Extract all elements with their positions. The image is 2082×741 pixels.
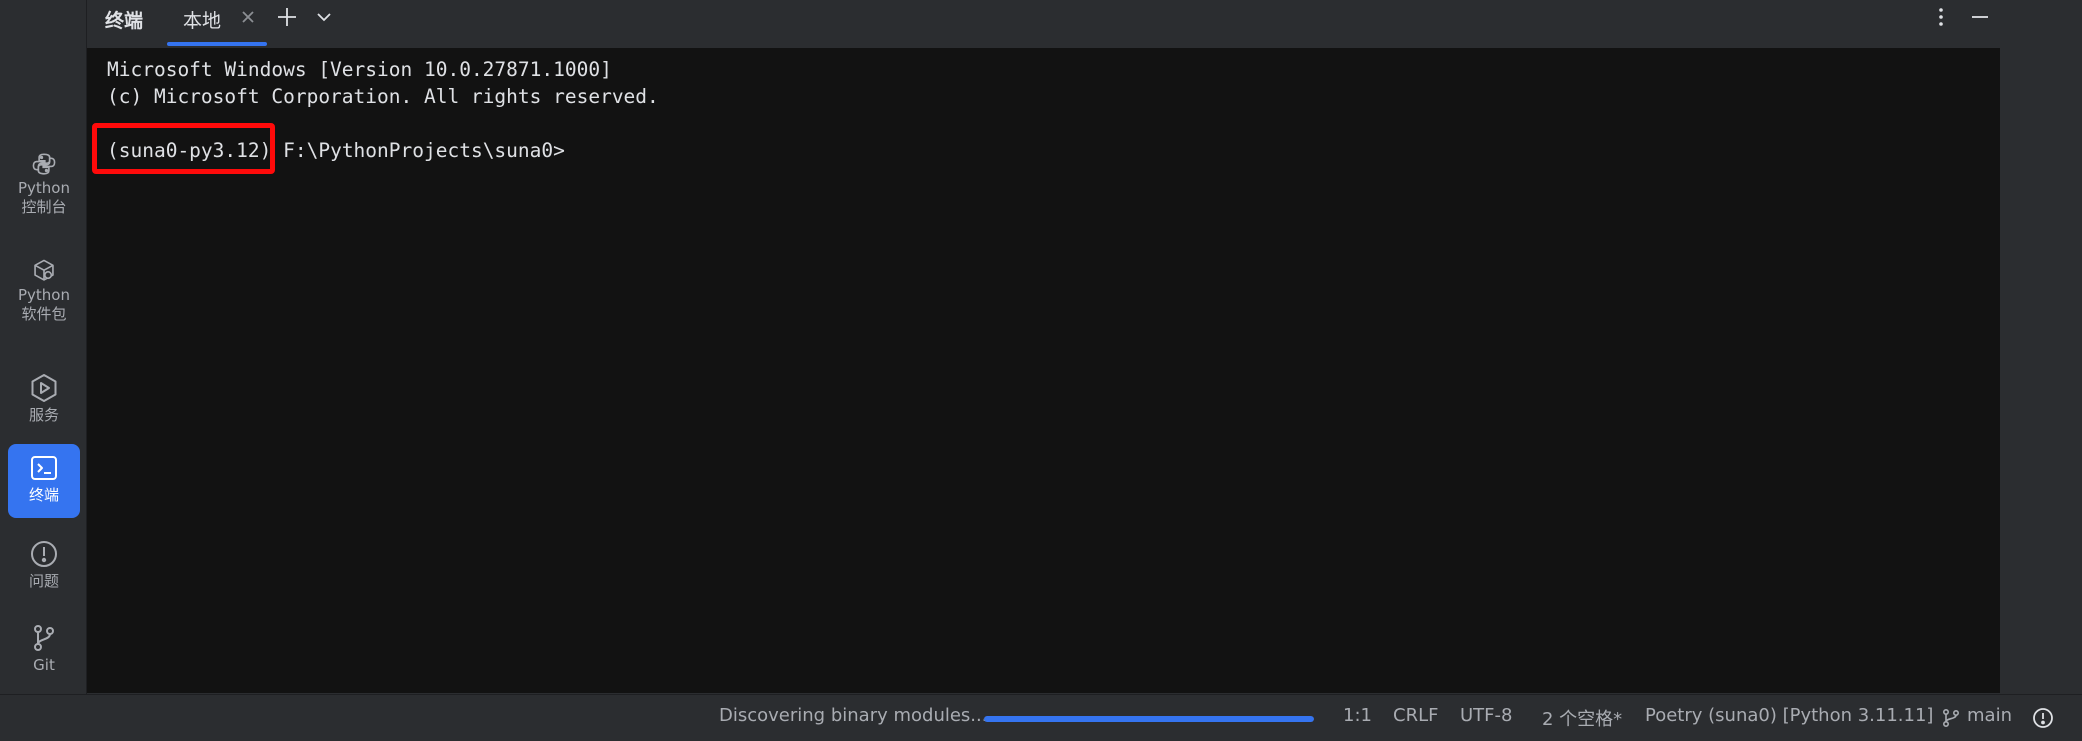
python-icon	[32, 153, 56, 175]
task-progress-fill	[984, 716, 1314, 722]
plus-icon[interactable]	[274, 4, 300, 30]
sidebar-item-python-packages[interactable]: Python 软件包	[8, 250, 80, 324]
python-interpreter[interactable]: Poetry (suna0) [Python 3.11.11]	[1645, 705, 1933, 726]
task-progress-bar	[984, 716, 1314, 722]
packages-icon	[34, 259, 54, 281]
git-branch[interactable]: main	[1967, 705, 2012, 726]
prompt-path: F:\PythonProjects\suna0>	[271, 139, 565, 162]
services-icon	[31, 374, 57, 402]
background-task-label[interactable]: Discovering binary modules...	[719, 705, 987, 726]
tab-label: 本地	[183, 10, 222, 32]
panel-title: 终端	[105, 10, 144, 32]
sidebar-item-services[interactable]: 服务	[8, 364, 80, 438]
tool-window-sidebar: Python 控制台 Python 软件包 服务 终端 问题 Git	[0, 0, 87, 694]
notifications-icon[interactable]	[2031, 706, 2055, 730]
caret-position[interactable]: 1:1	[1343, 705, 1372, 726]
sidebar-item-label: Python 软件包	[18, 286, 70, 323]
terminal-icon	[31, 456, 57, 480]
problems-icon	[31, 541, 57, 567]
terminal-line: (c) Microsoft Corporation. All rights re…	[107, 85, 659, 108]
sidebar-item-terminal[interactable]: 终端	[8, 444, 80, 518]
sidebar-item-git[interactable]: Git	[8, 614, 80, 688]
highlight-annotation-box	[92, 123, 275, 174]
ide-window: Python 控制台 Python 软件包 服务 终端 问题 Git 终端 本地…	[0, 0, 2082, 741]
sidebar-item-label: 终端	[28, 486, 59, 504]
indent-setting[interactable]: 2 个空格*	[1542, 705, 1622, 731]
file-encoding[interactable]: UTF-8	[1460, 705, 1512, 726]
sidebar-item-label: Git	[33, 656, 55, 674]
terminal-output[interactable]: Microsoft Windows [Version 10.0.27871.10…	[87, 48, 2000, 693]
sidebar-item-python-console[interactable]: Python 控制台	[8, 143, 80, 217]
terminal-line: Microsoft Windows [Version 10.0.27871.10…	[107, 58, 612, 81]
sidebar-item-problems[interactable]: 问题	[8, 530, 80, 604]
close-icon[interactable]	[235, 4, 261, 30]
sidebar-item-label: 问题	[28, 572, 59, 590]
sidebar-item-label: Python 控制台	[18, 179, 70, 216]
right-gutter	[2000, 48, 2082, 693]
line-ending[interactable]: CRLF	[1393, 705, 1438, 726]
chevron-down-icon[interactable]	[311, 4, 337, 30]
more-vertical-icon[interactable]	[1928, 4, 1954, 30]
git-branch-icon	[1942, 708, 1960, 728]
active-tab-indicator	[167, 42, 267, 46]
git-icon	[34, 625, 54, 651]
status-bar: Discovering binary modules... 1:1 CRLF U…	[0, 694, 2082, 741]
terminal-tab-bar: 终端 本地	[87, 0, 2082, 46]
minimize-icon[interactable]	[1967, 4, 1993, 30]
sidebar-item-label: 服务	[28, 406, 59, 424]
